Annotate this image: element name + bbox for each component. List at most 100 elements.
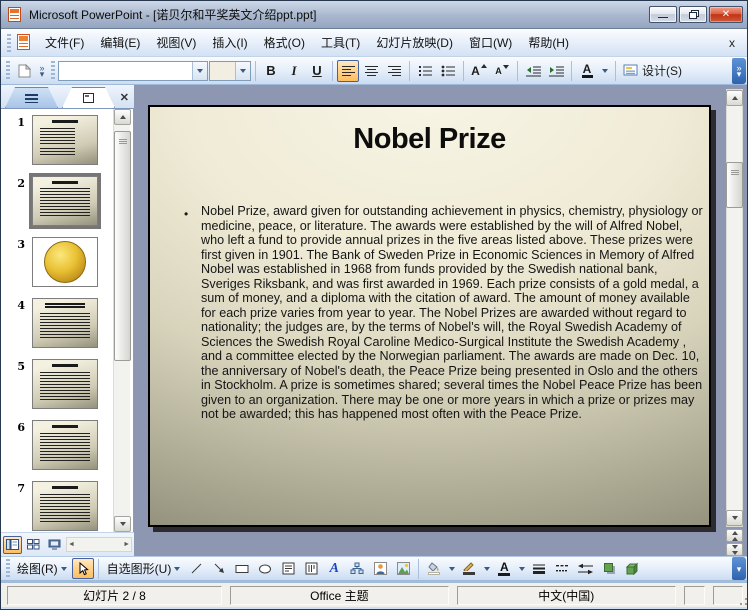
close-button[interactable]: ✕	[709, 6, 743, 23]
decrease-font-size-button[interactable]: A	[491, 60, 513, 82]
document-close-icon[interactable]: x	[719, 34, 745, 52]
menu-help[interactable]: 帮助(H)	[521, 30, 576, 55]
rectangle-icon	[235, 564, 249, 573]
menu-edit[interactable]: 编辑(E)	[93, 30, 147, 55]
slide-5-thumbnail[interactable]	[32, 359, 98, 409]
fill-color-dropdown[interactable]	[446, 558, 457, 579]
previous-slide-button[interactable]	[726, 529, 743, 542]
font-name-value[interactable]	[59, 62, 192, 80]
clip-art-button[interactable]	[369, 558, 391, 579]
slide-show-button[interactable]	[45, 536, 64, 554]
slide-title[interactable]: Nobel Prize	[150, 123, 709, 156]
window-resize-grip[interactable]	[736, 594, 747, 606]
pane-close-icon[interactable]: ✕	[120, 91, 129, 104]
font-size-value[interactable]	[210, 62, 235, 80]
language-indicator[interactable]: 中文(中国)	[456, 585, 676, 605]
font-color-dropdown[interactable]	[599, 60, 611, 82]
font-size-combobox[interactable]	[209, 60, 251, 81]
toolbar-options-button[interactable]: ▾	[732, 557, 746, 580]
scrollbar-thumb[interactable]	[114, 131, 131, 361]
scroll-down-button[interactable]	[726, 510, 743, 526]
slide-4-thumbnail[interactable]	[32, 298, 98, 348]
menu-format[interactable]: 格式(O)	[257, 30, 312, 55]
main-scrollbar[interactable]	[726, 89, 743, 527]
slide-6-thumbnail[interactable]	[32, 420, 98, 470]
bullets-button[interactable]	[437, 60, 459, 82]
slide-7-thumbnail[interactable]	[32, 481, 98, 531]
diagram-button[interactable]	[346, 558, 368, 579]
align-right-button[interactable]	[383, 60, 405, 82]
line-color-button[interactable]	[458, 558, 480, 579]
slide-1-thumbnail[interactable]	[32, 115, 98, 165]
rectangle-tool-button[interactable]	[231, 558, 253, 579]
toolbar-grip[interactable]	[6, 60, 10, 81]
restore-button[interactable]	[679, 6, 707, 23]
font-name-dropdown[interactable]	[192, 61, 207, 80]
menu-insert[interactable]: 插入(I)	[205, 30, 254, 55]
slide-design-button[interactable]: 设计(S)	[620, 60, 685, 82]
theme-indicator[interactable]: Office 主题	[229, 585, 449, 605]
line-color-dropdown[interactable]	[481, 558, 492, 579]
normal-view-button[interactable]	[3, 535, 22, 554]
scroll-right-icon[interactable]: ►	[123, 541, 130, 548]
menu-slideshow[interactable]: 幻灯片放映(D)	[369, 30, 460, 55]
font-color-dropdown[interactable]	[516, 558, 527, 579]
underline-button[interactable]: U	[306, 60, 328, 82]
insert-picture-button[interactable]	[392, 558, 414, 579]
scroll-up-button[interactable]	[726, 90, 743, 106]
arrow-tool-button[interactable]	[208, 558, 230, 579]
increase-font-size-button[interactable]: A	[468, 60, 490, 82]
menu-window[interactable]: 窗口(W)	[462, 30, 519, 55]
slide-sorter-view-button[interactable]	[24, 536, 43, 554]
toolbar-options-button[interactable]: » ▾	[732, 57, 746, 84]
scroll-left-icon[interactable]: ◄	[68, 541, 75, 548]
line-tool-button[interactable]	[185, 558, 207, 579]
font-size-dropdown[interactable]	[235, 61, 250, 80]
align-left-button[interactable]	[337, 59, 359, 82]
toolbar-grip[interactable]	[7, 33, 11, 52]
oval-tool-button[interactable]	[254, 558, 276, 579]
align-center-button[interactable]	[360, 60, 382, 82]
italic-button[interactable]: I	[283, 60, 305, 82]
toolbar-overflow-button[interactable]: » ▾	[36, 59, 48, 83]
scrollbar-thumb[interactable]	[726, 162, 743, 208]
new-slide-button[interactable]	[13, 60, 35, 82]
scroll-up-button[interactable]	[114, 109, 131, 125]
font-color-button[interactable]: A	[576, 60, 598, 82]
scroll-down-button[interactable]	[114, 516, 131, 532]
tab-outline[interactable]	[5, 87, 58, 108]
toolbar-grip[interactable]	[6, 558, 10, 579]
minimize-button[interactable]: —	[649, 6, 677, 23]
thumbnail-horizontal-scrollbar[interactable]: ◄ ►	[66, 537, 132, 552]
slide-body-text[interactable]: Nobel Prize, award given for outstanding…	[201, 204, 704, 422]
toolbar-grip[interactable]	[51, 60, 55, 81]
dash-style-button[interactable]	[551, 558, 573, 579]
slide-3-thumbnail[interactable]	[32, 237, 98, 287]
draw-menu-button[interactable]: 绘图(R)	[13, 558, 71, 579]
font-name-combobox[interactable]	[58, 60, 208, 81]
tab-slides[interactable]	[62, 87, 115, 108]
numbering-button[interactable]	[414, 60, 436, 82]
arrow-style-button[interactable]	[574, 558, 597, 579]
thumbnail-scrollbar[interactable]	[113, 109, 131, 532]
shadow-style-button[interactable]	[598, 558, 620, 579]
slide-canvas[interactable]: Nobel Prize • Nobel Prize, award given f…	[148, 105, 711, 527]
fill-color-button[interactable]	[423, 558, 445, 579]
menu-view[interactable]: 视图(V)	[149, 30, 203, 55]
line-style-button[interactable]	[528, 558, 550, 579]
3d-style-button[interactable]	[621, 558, 643, 579]
fill-color-swatch	[428, 572, 441, 575]
select-objects-button[interactable]	[71, 558, 94, 579]
increase-indent-button[interactable]	[545, 60, 567, 82]
wordart-button[interactable]: A	[323, 558, 345, 579]
decrease-indent-button[interactable]	[522, 60, 544, 82]
bold-button[interactable]: B	[260, 60, 282, 82]
next-slide-button[interactable]	[726, 543, 743, 556]
menu-tools[interactable]: 工具(T)	[314, 30, 367, 55]
vertical-text-box-button[interactable]	[300, 558, 322, 579]
menu-file[interactable]: 文件(F)	[38, 30, 91, 55]
slide-2-thumbnail[interactable]	[29, 173, 101, 229]
text-box-button[interactable]	[277, 558, 299, 579]
font-color-button[interactable]: A	[493, 558, 515, 579]
autoshapes-button[interactable]: 自选图形(U)	[103, 558, 185, 579]
